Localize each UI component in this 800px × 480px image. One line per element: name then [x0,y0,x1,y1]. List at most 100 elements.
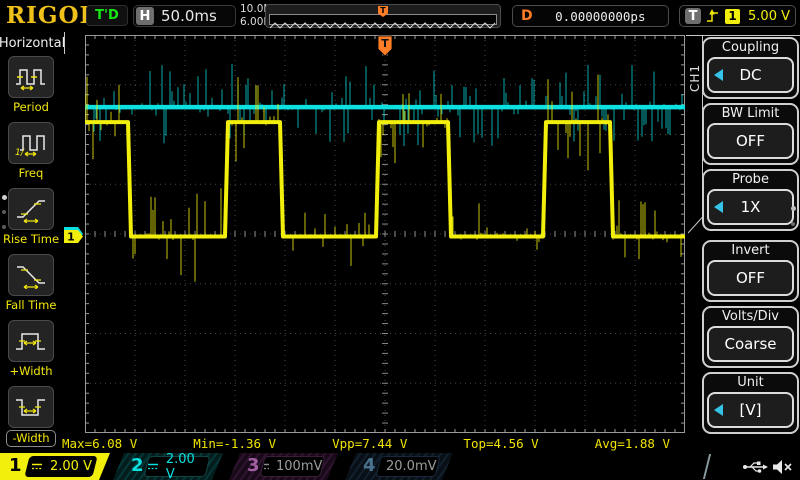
probe-value[interactable]: 1X [707,189,794,225]
channel-1-number: 1 [9,455,22,477]
measurement-avg: Avg=1.88 V [595,436,670,451]
plus-width-label: +Width [9,364,52,378]
period-icon [14,63,48,91]
frequency-icon: 1/ [14,129,48,157]
page-indicator-dot [791,222,795,226]
channel-3-scale: 100mV [276,459,322,474]
channel-1-status[interactable]: 1 2.00 V [0,453,110,480]
freq-button[interactable]: 1/ [8,122,54,164]
left-softkey-menu: Horizontal Period 1/ Freq [0,32,62,453]
trigger-badge: T [685,8,701,24]
oscilloscope-screen: { "top_bar": { "logo": "RIGOL", "trigger… [0,0,800,480]
channel-menu-tab: CH1 [688,36,703,216]
probe-value-text: 1X [741,198,761,216]
delay-badge: D [521,8,533,24]
positive-pulse-width-icon [14,327,48,355]
channel-1-scale: 2.00 V [50,459,92,474]
dc-coupling-icon [263,462,269,471]
usb-icon [742,459,769,475]
selector-triangle-icon [714,201,723,213]
right-menu-top-border [686,35,800,36]
coupling-value[interactable]: DC [707,57,794,93]
probe-title: Probe [704,171,797,189]
menu-item-unit[interactable]: Unit [V] [702,372,799,434]
ch1-ground-marker-icon[interactable]: 1 [64,226,86,247]
menu-item-plus-width[interactable]: +Width [0,318,62,384]
rigol-logo: RIGOL [6,2,97,29]
fall-time-label: Fall Time [6,298,57,312]
channel-1-scale-box: 2.00 V [24,456,97,477]
rise-time-icon [14,195,48,223]
waveform-display: T [85,35,685,433]
channel-4-number: 4 [363,455,376,477]
plus-width-button[interactable] [8,320,54,362]
measurement-readouts: Max=6.08 V Min=-1.36 V Vpp=7.44 V Top=4.… [62,436,670,451]
volts-div-title: Volts/Div [704,308,797,326]
graticule-and-traces: T [85,35,685,433]
bw-limit-title: BW Limit [704,105,797,123]
rise-time-button[interactable] [8,188,54,230]
page-indicator-dot [2,195,7,200]
channel-4-scale-box: 20.0mV [375,456,440,477]
fall-time-button[interactable] [8,254,54,296]
coupling-title: Coupling [704,39,797,57]
channel-2-scale: 2.00 V [166,452,207,480]
menu-item-minus-width[interactable]: -Width [0,384,62,450]
trigger-status-badge: T'D [86,5,128,26]
channel-4-status[interactable]: 4 20.0mV [345,453,453,480]
bw-limit-value[interactable]: OFF [707,123,794,159]
preview-waveform-icon [270,21,498,30]
channel-status-bar: 1 2.00 V 2 2.00 V 3 100mV [0,453,800,480]
volts-div-value[interactable]: Coarse [707,326,794,362]
minus-width-label: -Width [6,430,55,447]
page-indicator-dot [791,206,796,211]
invert-value[interactable]: OFF [707,260,794,296]
page-indicator-dot [2,225,6,229]
channel-3-scale-box: 100mV [259,456,325,477]
measurement-vpp: Vpp=7.44 V [332,436,407,451]
measurement-max: Max=6.08 V [62,436,137,451]
horizontal-badge: H [136,7,154,25]
unit-value[interactable]: [V] [707,392,794,428]
page-indicator-dot [2,210,6,214]
status-bar-separator [703,454,719,479]
menu-item-probe[interactable]: Probe 1X [702,169,799,231]
rise-time-label: Rise Time [3,232,59,246]
dc-coupling-icon [31,462,43,471]
volts-div-value-text: Coarse [724,335,776,353]
channel-2-number: 2 [131,455,144,477]
menu-item-fall-time[interactable]: Fall Time [0,252,62,318]
unit-value-text: [V] [740,401,762,419]
trigger-level-value: 5.00 V [748,9,790,24]
channel-3-number: 3 [247,455,260,477]
menu-item-rise-time[interactable]: Rise Time [0,186,62,252]
horizontal-timebase-box: H 50.0ms [133,5,236,27]
channel-2-status[interactable]: 2 2.00 V [113,453,223,480]
channel-4-scale: 20.0mV [386,459,437,474]
coupling-value-text: DC [739,66,761,84]
measurement-top: Top=4.56 V [463,436,538,451]
trigger-source-badge: 1 [725,9,740,24]
svg-text:1: 1 [67,231,75,244]
left-menu-title: Horizontal [0,32,65,54]
speaker-muted-icon [772,459,794,475]
channel-3-status[interactable]: 3 100mV [229,453,338,480]
trigger-delay-box: D 0.00000000ps [512,5,669,27]
menu-item-period[interactable]: Period [0,54,62,120]
channel-tab-label: CH1 [688,64,702,92]
invert-value-text: OFF [736,269,765,287]
menu-item-bw-limit[interactable]: BW Limit OFF [702,103,799,165]
menu-item-invert[interactable]: Invert OFF [702,240,799,302]
invert-title: Invert [704,242,797,260]
menu-item-coupling[interactable]: Coupling DC [702,37,799,99]
minus-width-button[interactable] [8,386,54,428]
menu-item-freq[interactable]: 1/ Freq [0,120,62,186]
fall-time-icon [14,261,48,289]
menu-item-volts-div[interactable]: Volts/Div Coarse [702,306,799,368]
delay-value: 0.00000000ps [555,9,645,24]
channel-2-scale-box: 2.00 V [143,456,210,477]
unit-title: Unit [704,374,797,392]
bw-limit-value-text: OFF [736,132,765,150]
period-button[interactable] [8,56,54,98]
negative-pulse-width-icon [14,393,48,421]
